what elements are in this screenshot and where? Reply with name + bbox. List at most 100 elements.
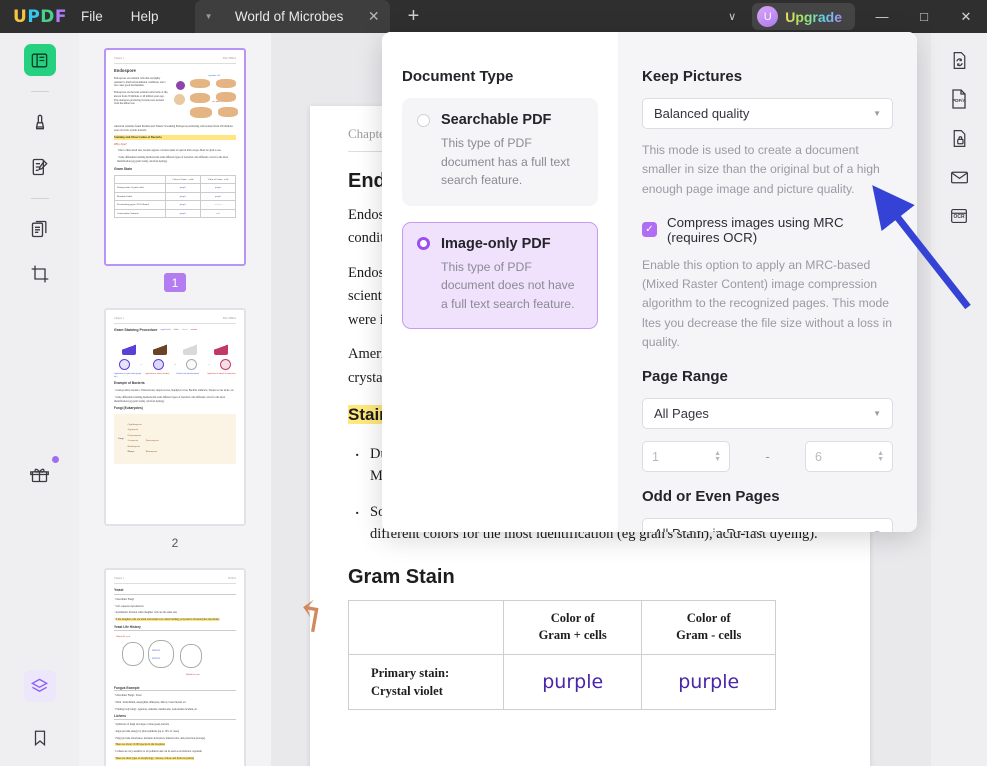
maximize-button[interactable]: □ xyxy=(903,0,945,33)
stepper-arrows-icon[interactable]: ▲ ▼ xyxy=(714,450,721,462)
purple-annotation: purple xyxy=(542,670,604,693)
layers-icon[interactable] xyxy=(23,670,56,702)
mini-bullet: Unicellular Fungi : Yeast xyxy=(115,694,142,698)
close-window-button[interactable]: ✕ xyxy=(945,0,987,33)
document-type-title: Document Type xyxy=(402,68,514,85)
pdfa-icon[interactable]: PDF/A xyxy=(943,83,975,115)
mini-th: Color of Gram - cells xyxy=(200,174,236,185)
mini-td: purple xyxy=(164,208,202,219)
mrc-hint: Enable this option to apply an MRC-based… xyxy=(642,257,892,349)
table-row: Primary stain: Crystal violet purple pur… xyxy=(348,653,776,711)
table-cell-value: purple xyxy=(641,653,776,711)
range-to-value: 6 xyxy=(815,449,822,464)
thumbnail-panel[interactable]: Chapter 1 BACTERIA Endospore Endospores a… xyxy=(79,33,271,766)
ocr-settings-dialog[interactable]: Document Type Searchable PDF This type o… xyxy=(382,32,917,532)
mini-header-right: FUNGI xyxy=(228,577,236,580)
tab-label: World of Microbes xyxy=(234,9,344,24)
bookmark-icon[interactable] xyxy=(24,722,56,754)
mini-para: Endospores are the least resistant cells… xyxy=(114,91,169,106)
highlighter-icon[interactable] xyxy=(24,106,56,138)
new-tab-button[interactable]: + xyxy=(408,5,420,28)
ocr-icon[interactable]: OCR xyxy=(943,200,975,232)
thumbnail-page-3[interactable]: Chapter 1 FUNGI Yeast · Unicellular Fungi… xyxy=(104,568,246,766)
mini-td: Counterstain: Safranin xyxy=(114,208,166,219)
close-icon[interactable]: ✕ xyxy=(368,8,380,25)
dialog-left-panel: Document Type Searchable PDF This type o… xyxy=(382,32,618,532)
mini-td: Mordant: Iodine xyxy=(114,191,166,202)
stepper-arrows-icon[interactable]: ▲ ▼ xyxy=(877,450,884,462)
thumbnail-page-2[interactable]: Chapter 1 BACTERIA Gram Staining Procedur… xyxy=(104,308,246,526)
mini-tree-item: Ascomycota xyxy=(127,440,138,443)
purple-annotation: purple xyxy=(678,670,740,693)
chevron-down-icon[interactable]: ▼ xyxy=(205,12,213,21)
mini-td: purple xyxy=(200,191,236,202)
reader-icon[interactable] xyxy=(23,44,56,76)
upgrade-label: Upgrade xyxy=(785,8,842,25)
gram-stain-table: Color of Gram + cells Color of Gram - ce… xyxy=(348,599,776,711)
mini-tree-branch: Dikarya xyxy=(127,451,135,454)
keep-pictures-title: Keep Pictures xyxy=(642,68,743,85)
mini-title: Yeast xyxy=(114,588,236,595)
crop-icon[interactable] xyxy=(24,258,56,290)
range-from-stepper[interactable]: 1 ▲ ▼ xyxy=(642,441,730,473)
table-row: Color of Gram + cells Color of Gram - ce… xyxy=(348,599,776,655)
protect-pdf-icon[interactable] xyxy=(943,122,975,154)
mini-header-right: BACTERIA xyxy=(223,57,236,60)
mini-cycle-label: MEIOSIS xyxy=(152,649,161,652)
share-email-icon[interactable] xyxy=(943,161,975,193)
mini-legend: crystal violet xyxy=(160,328,171,331)
mrc-checkbox-label: Compress images using MRC (requires OCR) xyxy=(667,214,844,245)
option-row: Searchable PDF xyxy=(417,112,583,128)
page-range-title: Page Range xyxy=(642,368,728,386)
left-toolbar xyxy=(0,33,79,766)
menu-file[interactable]: File xyxy=(67,0,117,33)
mini-td: purple xyxy=(164,191,202,202)
mini-subtitle: Example of Bacteria xyxy=(114,381,145,386)
checkbox-checked-icon[interactable]: ✓ xyxy=(642,222,657,238)
mini-bullet: If the daughter cells are small and rema… xyxy=(115,618,220,622)
keep-pictures-select[interactable]: Balanced quality ▼ xyxy=(642,98,893,129)
mini-cycle-label: Haploid life cycle xyxy=(116,635,131,638)
mini-subtitle: Yeast Life History xyxy=(114,625,236,631)
odd-even-select[interactable]: All Pages in Range ▼ xyxy=(642,518,893,532)
label-line-1: Primary stain: xyxy=(371,665,450,680)
option-image-only-pdf[interactable]: Image-only PDF This type of PDF document… xyxy=(402,221,598,330)
upgrade-button[interactable]: U Upgrade xyxy=(752,3,855,30)
range-from-value: 1 xyxy=(652,449,659,464)
thumbnail-page-number: 1 xyxy=(164,273,186,292)
option-searchable-pdf[interactable]: Searchable PDF This type of PDF document… xyxy=(402,98,598,206)
chevron-down-icon[interactable]: ▼ xyxy=(873,109,881,118)
mini-table: Color of Gram + cells Color of Gram - cel… xyxy=(114,174,236,219)
tab-list-chevron-icon[interactable]: ∨ xyxy=(712,10,752,23)
mini-subtitle: Fungi (Eukaryotes) xyxy=(114,406,143,411)
mini-bullet: Soft, aqueous reproduction xyxy=(115,604,144,608)
menu-help[interactable]: Help xyxy=(117,0,173,33)
mini-handwriting: Why dye? xyxy=(114,142,127,146)
ocr-label: OCR xyxy=(953,214,965,220)
option-title: Searchable PDF xyxy=(441,112,552,128)
organize-pages-icon[interactable] xyxy=(24,213,56,245)
gift-icon[interactable] xyxy=(24,456,59,490)
chevron-down-icon[interactable]: ▼ xyxy=(873,529,881,532)
range-to-stepper[interactable]: 6 ▲ ▼ xyxy=(805,441,893,473)
radio-image-only-pdf[interactable] xyxy=(417,237,430,251)
notification-dot xyxy=(51,456,59,463)
mini-highlight: Staining and Observation of Bacteria xyxy=(114,135,236,140)
option-title: Image-only PDF xyxy=(441,235,551,252)
mrc-checkbox-row[interactable]: ✓ Compress images using MRC (requires OC… xyxy=(642,215,893,245)
mini-bullet: Fruiting body fungi : Agaricus, Amanita,… xyxy=(115,707,198,711)
edit-pdf-icon[interactable] xyxy=(24,151,56,183)
header-line-1: Color of xyxy=(686,610,731,625)
minimize-button[interactable]: — xyxy=(861,0,903,33)
mini-title: Endospore xyxy=(114,67,136,73)
thumbnail-page-number: 2 xyxy=(171,535,179,550)
chevron-down-icon[interactable]: ▼ xyxy=(873,409,881,418)
mini-tree-item: Blastomycota xyxy=(145,450,158,453)
thumbnail-page-1[interactable]: Chapter 1 BACTERIA Endospore Endospores a… xyxy=(104,48,246,266)
mini-td: red xyxy=(200,208,236,219)
page-range-select[interactable]: All Pages ▼ xyxy=(642,398,893,430)
radio-searchable-pdf[interactable] xyxy=(417,113,430,127)
range-dash: - xyxy=(765,449,770,465)
document-tab[interactable]: ▼ World of Microbes ✕ xyxy=(194,0,390,33)
convert-pdf-icon[interactable] xyxy=(943,44,975,76)
